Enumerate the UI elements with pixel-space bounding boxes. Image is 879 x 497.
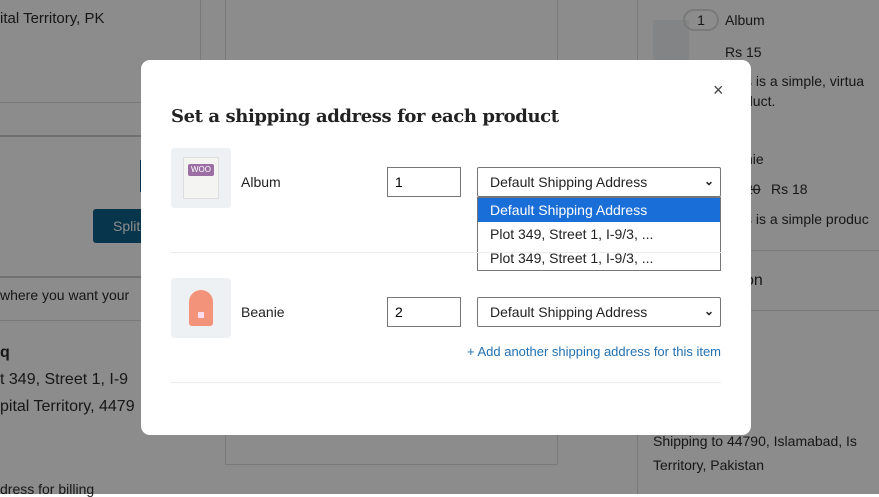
shipping-address-dropdown[interactable]: Default Shipping Address Plot 349, Stree… — [477, 197, 721, 271]
product-name: Album — [241, 174, 281, 190]
modal-title: Set a shipping address for each product — [171, 106, 559, 127]
shipping-address-select[interactable]: Default Shipping Address ⌄ — [477, 297, 721, 327]
divider — [171, 382, 721, 383]
shipping-address-select[interactable]: Default Shipping Address ⌄ — [477, 167, 721, 197]
product-name: Beanie — [241, 304, 285, 320]
beanie-thumbnail — [171, 278, 231, 338]
beanie-icon — [189, 290, 213, 326]
add-shipping-address-link[interactable]: + Add another shipping address for this … — [467, 344, 721, 359]
chevron-down-icon: ⌄ — [703, 174, 714, 188]
quantity-input[interactable] — [387, 297, 461, 327]
dropdown-option[interactable]: Plot 349, Street 1, I-9/3, ... — [478, 222, 720, 246]
woo-logo-icon: WOO — [188, 164, 214, 176]
shipping-address-modal: × Set a shipping address for each produc… — [141, 60, 751, 435]
dropdown-option[interactable]: Plot 349, Street 1, I-9/3, ... — [478, 246, 720, 270]
divider — [171, 252, 721, 253]
close-icon[interactable]: × — [713, 80, 724, 101]
dropdown-option[interactable]: Default Shipping Address — [478, 198, 720, 222]
quantity-input[interactable] — [387, 167, 461, 197]
album-thumbnail: WOO — [171, 148, 231, 208]
chevron-down-icon: ⌄ — [703, 304, 714, 318]
